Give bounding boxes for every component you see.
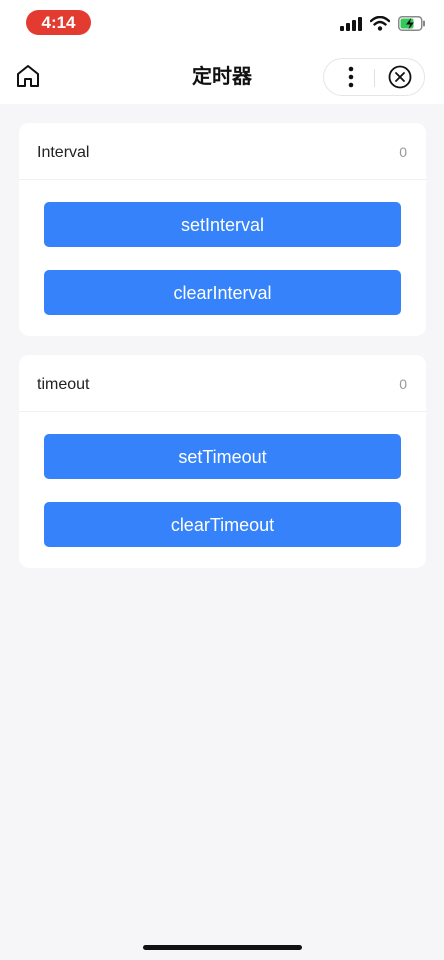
battery-charging-icon (398, 16, 426, 36)
timeout-title: timeout (37, 376, 90, 393)
close-icon[interactable] (388, 65, 412, 89)
status-bar: 4:14 (0, 0, 444, 46)
more-icon[interactable] (346, 65, 356, 89)
capsule-menu (323, 58, 425, 96)
navigation-bar: 定时器 (0, 46, 444, 104)
status-time: 4:14 (26, 10, 91, 35)
clear-timeout-button[interactable]: clearTimeout (44, 502, 401, 547)
interval-card-header: Interval 0 (19, 123, 426, 180)
timeout-card: timeout 0 setTimeout clearTimeout (19, 355, 426, 568)
interval-title: Interval (37, 144, 90, 161)
interval-count: 0 (399, 144, 407, 160)
set-interval-button[interactable]: setInterval (44, 202, 401, 247)
timeout-count: 0 (399, 376, 407, 392)
clear-interval-button[interactable]: clearInterval (44, 270, 401, 315)
timeout-card-header: timeout 0 (19, 355, 426, 412)
interval-card: Interval 0 setInterval clearInterval (19, 123, 426, 336)
capsule-divider (374, 69, 375, 87)
set-timeout-button[interactable]: setTimeout (44, 434, 401, 479)
signal-icon (340, 16, 362, 36)
home-indicator[interactable] (143, 945, 302, 950)
wifi-icon (369, 15, 391, 36)
status-icons (340, 15, 426, 36)
